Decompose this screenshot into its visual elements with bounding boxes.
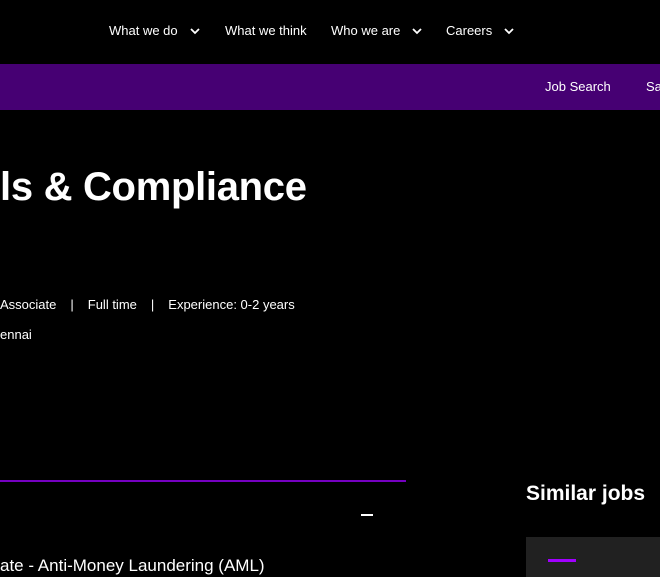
nav-what-we-do-label: What we do [109, 23, 178, 38]
nav-what-we-think[interactable]: What we think [225, 23, 307, 38]
nav-careers-label: Careers [446, 23, 493, 38]
collapse-icon[interactable] [358, 503, 376, 521]
section-divider [0, 480, 406, 482]
job-title: ls & Compliance [0, 165, 307, 209]
chevron-down-icon [504, 27, 514, 34]
nav-who-we-are[interactable]: Who we are [331, 23, 424, 38]
nav-what-we-do[interactable]: What we do [109, 23, 202, 38]
job-type: Full time [87, 297, 137, 312]
job-meta: Associate | Full time | Experience: 0-2 year… [0, 297, 295, 312]
similar-jobs-heading: Similar jobs [526, 482, 646, 505]
card-accent-bar [548, 559, 576, 562]
meta-separator: | [70, 297, 74, 312]
nav-careers[interactable]: Careers [446, 23, 516, 38]
similar-job-card[interactable] [526, 537, 660, 577]
chevron-down-icon [412, 27, 423, 34]
job-level: Associate [0, 297, 57, 312]
chevron-down-icon [190, 27, 200, 34]
meta-separator: | [150, 297, 155, 312]
subnav-job-search[interactable]: Job Search [545, 79, 611, 94]
nav-who-we-are-label: Who we are [331, 23, 401, 38]
job-section-title: ate - Anti-Money Laundering (AML) [0, 556, 265, 575]
careers-subnav: Job Search Sa [0, 64, 660, 110]
nav-what-we-think-label: What we think [225, 23, 307, 38]
subnav-saved[interactable]: Sa [646, 79, 660, 94]
job-location: ennai [0, 327, 32, 342]
job-experience: Experience: 0-2 years [168, 297, 295, 312]
top-navigation: What we do What we think Who we are Care… [0, 0, 660, 64]
